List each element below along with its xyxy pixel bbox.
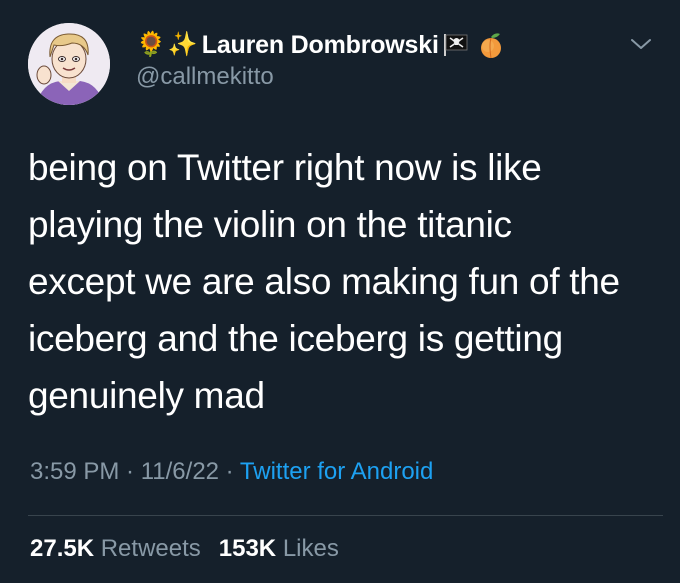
tweet-source-link[interactable]: Twitter for Android xyxy=(240,458,433,485)
tweet-time[interactable]: 3:59 PM xyxy=(30,458,119,485)
tweet-meta: 3:59 PM · 11/6/22 · Twitter for Android xyxy=(30,458,433,486)
author-name-row[interactable]: 🌻 ✨ Lauren Dombrowski xyxy=(136,28,505,62)
avatar[interactable] xyxy=(28,23,110,105)
author-handle[interactable]: @callmekitto xyxy=(136,63,274,91)
tweet-card: 🌻 ✨ Lauren Dombrowski @callmekitto being… xyxy=(0,0,680,583)
tweet-text-line: iceberg and the iceberg is getting xyxy=(28,318,563,359)
peach-icon xyxy=(477,31,505,59)
meta-separator: · xyxy=(219,458,240,485)
likes-label: Likes xyxy=(282,535,339,562)
tweet-text-line: being on Twitter right now is like xyxy=(28,147,542,188)
retweets-stat[interactable]: 27.5K Retweets xyxy=(30,535,201,562)
tweet-text: being on Twitter right now is like playi… xyxy=(28,139,668,424)
tweet-text-line: except we are also making fun of the xyxy=(28,261,620,302)
tweet-date[interactable]: 11/6/22 xyxy=(141,458,219,485)
tweet-text-line: playing the violin on the titanic xyxy=(28,204,512,245)
likes-stat[interactable]: 153K Likes xyxy=(219,535,339,562)
sunflower-icon: 🌻 xyxy=(136,31,166,58)
tweet-text-line: genuinely mad xyxy=(28,375,265,416)
retweets-label: Retweets xyxy=(100,535,201,562)
sparkles-icon: ✨ xyxy=(167,31,198,58)
author-display-name[interactable]: Lauren Dombrowski xyxy=(202,31,439,60)
pirate-flag-icon xyxy=(443,33,469,57)
tweet-stats: 27.5K Retweets 153K Likes xyxy=(30,535,339,563)
meta-separator: · xyxy=(119,458,141,485)
likes-count: 153K xyxy=(218,535,277,562)
divider xyxy=(28,515,663,516)
chevron-down-icon[interactable] xyxy=(629,36,653,52)
retweets-count: 27.5K xyxy=(30,535,95,562)
